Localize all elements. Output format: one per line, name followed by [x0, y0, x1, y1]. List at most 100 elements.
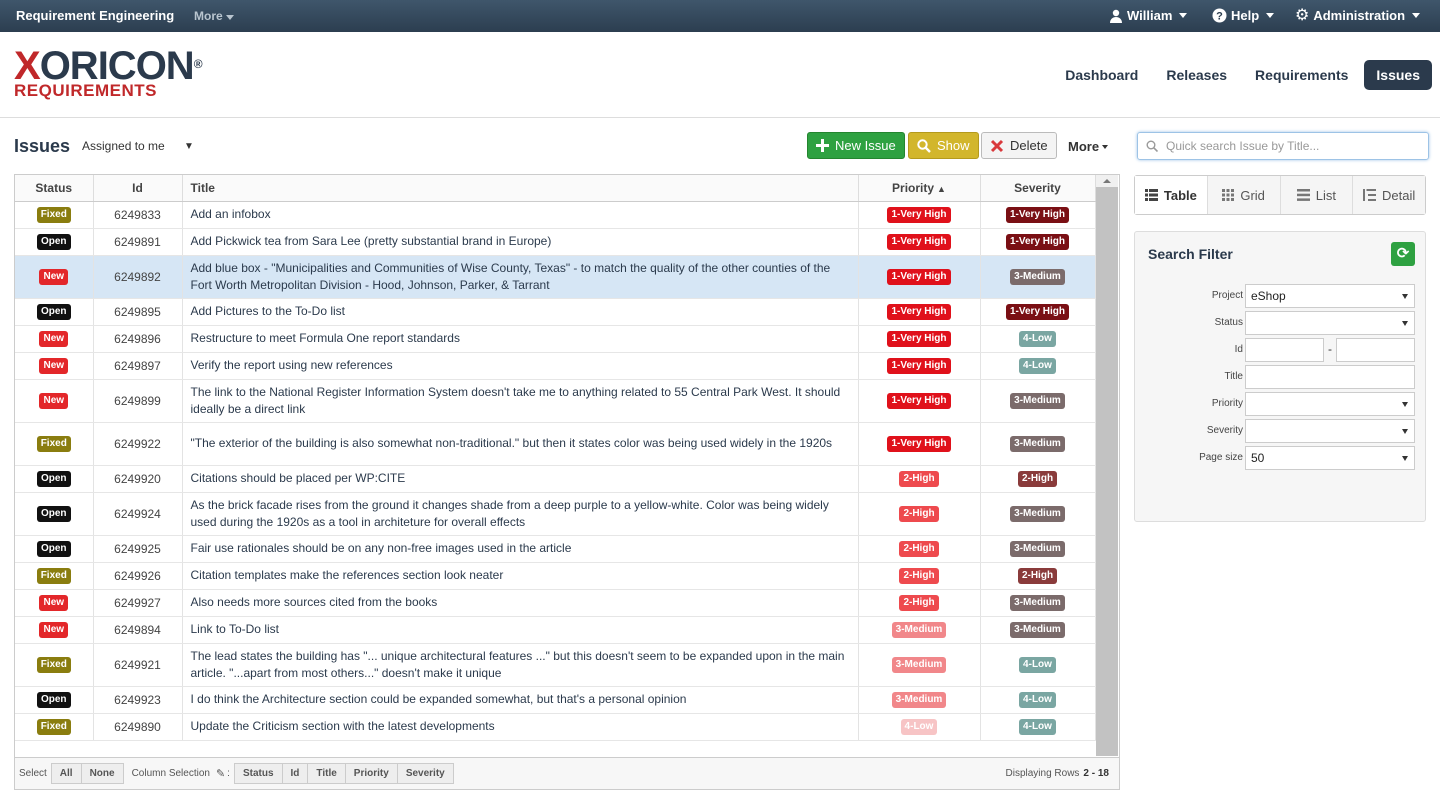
column-toggle-id[interactable]: Id	[281, 763, 309, 784]
severity-cell: 3-Medium	[980, 616, 1096, 644]
title-cell[interactable]: Add an infobox	[182, 201, 859, 229]
column-toggle-priority[interactable]: Priority	[344, 763, 398, 784]
priority-select[interactable]	[1245, 392, 1415, 416]
detail-view-icon	[1363, 189, 1376, 201]
table-row[interactable]: New 6249897 Verify the report using new re…	[15, 352, 1096, 380]
priority-cell: 3-Medium	[858, 686, 981, 714]
select-none-button[interactable]: None	[80, 763, 124, 784]
status-badge: Fixed	[36, 568, 71, 584]
dropdown-caret-icon[interactable]: ▼	[184, 141, 194, 152]
title-cell[interactable]: I do think the Architecture section coul…	[182, 686, 859, 714]
table-row[interactable]: Open 6249895 Add Pictures to the To-Do lis…	[15, 298, 1096, 326]
refresh-icon[interactable]: ⟳	[1391, 242, 1415, 266]
select-all-button[interactable]: All	[50, 763, 82, 784]
table-row[interactable]: Fixed 6249926 Citation templates make the …	[15, 562, 1096, 590]
title-cell[interactable]: Citation templates make the references s…	[182, 562, 859, 590]
table-row[interactable]: New 6249899 The link to the National Regis…	[15, 379, 1096, 423]
table-row[interactable]: Fixed 6249922 "The exterior of the buildin…	[15, 422, 1096, 466]
title-cell[interactable]: Link to To-Do list	[182, 616, 859, 644]
column-header-title[interactable]: Title	[182, 175, 859, 202]
search-icon	[917, 138, 931, 153]
title-cell[interactable]: Restructure to meet Formula One report s…	[182, 325, 859, 353]
title-cell[interactable]: Add Pickwick tea from Sara Lee (pretty s…	[182, 228, 859, 256]
administration-menu[interactable]: ⚙ Administration	[1295, 7, 1421, 23]
column-header-priority[interactable]: Priority ▲	[858, 175, 981, 202]
table-row[interactable]: New 6249894 Link to To-Do list 3-Medium 3-Me…	[15, 616, 1096, 644]
project-select[interactable]: eShop	[1245, 284, 1415, 308]
severity-badge: 1-Very High	[1005, 234, 1070, 250]
top-bar: Requirement Engineering More William ? H…	[0, 0, 1440, 32]
column-toggle-title[interactable]: Title	[307, 763, 346, 784]
title-cell[interactable]: The link to the National Register Inform…	[182, 379, 859, 423]
title-label: Title	[1224, 371, 1243, 382]
app-title[interactable]: Requirement Engineering	[16, 8, 174, 23]
title-cell[interactable]: Add Pictures to the To-Do list	[182, 298, 859, 326]
table-row[interactable]: Open 6249923 I do think the Architecture s…	[15, 686, 1096, 714]
new-issue-button[interactable]: New Issue	[807, 132, 905, 159]
column-header-status[interactable]: Status	[15, 175, 94, 202]
title-cell[interactable]: Fair use rationales should be on any non…	[182, 535, 859, 563]
severity-cell: 2-High	[980, 562, 1096, 590]
tab-dashboard[interactable]: Dashboard	[1053, 60, 1150, 90]
id-to-field[interactable]	[1336, 338, 1415, 362]
help-menu[interactable]: ? Help	[1212, 8, 1275, 23]
table-header-row: Status Id Title Priority ▲ Severity	[15, 175, 1096, 202]
view-tab-grid[interactable]: Grid	[1207, 176, 1281, 214]
more-menu[interactable]: More	[194, 9, 234, 23]
title-cell[interactable]: Verify the report using new references	[182, 352, 859, 380]
table-row[interactable]: Fixed 6249833 Add an infobox 1-Very High 1-V…	[15, 201, 1096, 229]
table-row[interactable]: Fixed 6249890 Update the Criticism section…	[15, 713, 1096, 741]
show-button[interactable]: Show	[908, 132, 979, 159]
tab-releases[interactable]: Releases	[1154, 60, 1239, 90]
column-toggle-severity[interactable]: Severity	[396, 763, 454, 784]
column-toggle-status[interactable]: Status	[233, 763, 283, 784]
title-field[interactable]	[1245, 365, 1415, 389]
delete-button[interactable]: Delete	[981, 132, 1057, 159]
page-size-select[interactable]: 50	[1245, 446, 1415, 470]
status-select[interactable]	[1245, 311, 1415, 335]
status-cell: New	[15, 352, 94, 380]
table-row[interactable]: Fixed 6249921 The lead states the building…	[15, 643, 1096, 687]
title-cell[interactable]: Update the Criticism section with the la…	[182, 713, 859, 741]
displaying-rows-label: Displaying Rows	[1005, 768, 1080, 779]
table-row[interactable]: Open 6249924 As the brick facade rises fro…	[15, 492, 1096, 536]
user-menu[interactable]: William	[1109, 8, 1188, 23]
status-badge: Open	[36, 692, 71, 708]
priority-badge: 3-Medium	[891, 657, 947, 673]
plus-icon	[816, 139, 829, 152]
title-cell[interactable]: The lead states the building has "... un…	[182, 643, 859, 687]
scrollbar-thumb[interactable]	[1096, 187, 1118, 756]
table-row[interactable]: New 6249896 Restructure to meet Formula On…	[15, 325, 1096, 353]
tab-issues[interactable]: Issues	[1364, 60, 1432, 90]
view-tab-table[interactable]: Table	[1135, 176, 1208, 214]
title-cell[interactable]: As the brick facade rises from the groun…	[182, 492, 859, 536]
severity-cell: 3-Medium	[980, 255, 1096, 299]
status-label: Status	[1214, 317, 1243, 328]
title-cell[interactable]: "The exterior of the building is also so…	[182, 422, 859, 466]
table-row[interactable]: Open 6249920 Citations should be placed pe…	[15, 465, 1096, 493]
title-cell[interactable]: Citations should be placed per WP:CITE	[182, 465, 859, 493]
severity-select[interactable]	[1245, 419, 1415, 443]
tab-requirements[interactable]: Requirements	[1243, 60, 1360, 90]
table-row[interactable]: New 6249892 Add blue box - "Municipalities…	[15, 255, 1096, 299]
table-row[interactable]: Open 6249925 Fair use rationales should be…	[15, 535, 1096, 563]
column-header-id[interactable]: Id	[93, 175, 183, 202]
id-from-field[interactable]	[1245, 338, 1324, 362]
title-cell[interactable]: Also needs more sources cited from the b…	[182, 589, 859, 617]
title-cell[interactable]: Add blue box - "Municipalities and Commu…	[182, 255, 859, 299]
table-row[interactable]: Open 6249891 Add Pickwick tea from Sara Le…	[15, 228, 1096, 256]
more-actions-menu[interactable]: More	[1068, 139, 1109, 154]
priority-cell: 1-Very High	[858, 255, 981, 299]
filter-row-project: Project eShop	[1135, 284, 1427, 308]
view-tab-detail[interactable]: Detail	[1353, 176, 1425, 214]
logo[interactable]: XORICON® REQUIREMENTS	[14, 46, 203, 99]
search-filter-panel: Search Filter ⟳ Project eShop Status Id …	[1134, 231, 1426, 522]
view-tab-list[interactable]: List	[1280, 176, 1354, 214]
assigned-filter[interactable]: Assigned to me	[82, 139, 165, 153]
status-badge: New	[39, 358, 69, 374]
scroll-up-arrow-icon[interactable]	[1096, 175, 1118, 187]
column-header-severity[interactable]: Severity	[980, 175, 1096, 202]
table-row[interactable]: New 6249927 Also needs more sources cited …	[15, 589, 1096, 617]
pencil-icon[interactable]: ✎	[216, 767, 225, 780]
quick-search-input[interactable]: Quick search Issue by Title...	[1137, 132, 1429, 160]
